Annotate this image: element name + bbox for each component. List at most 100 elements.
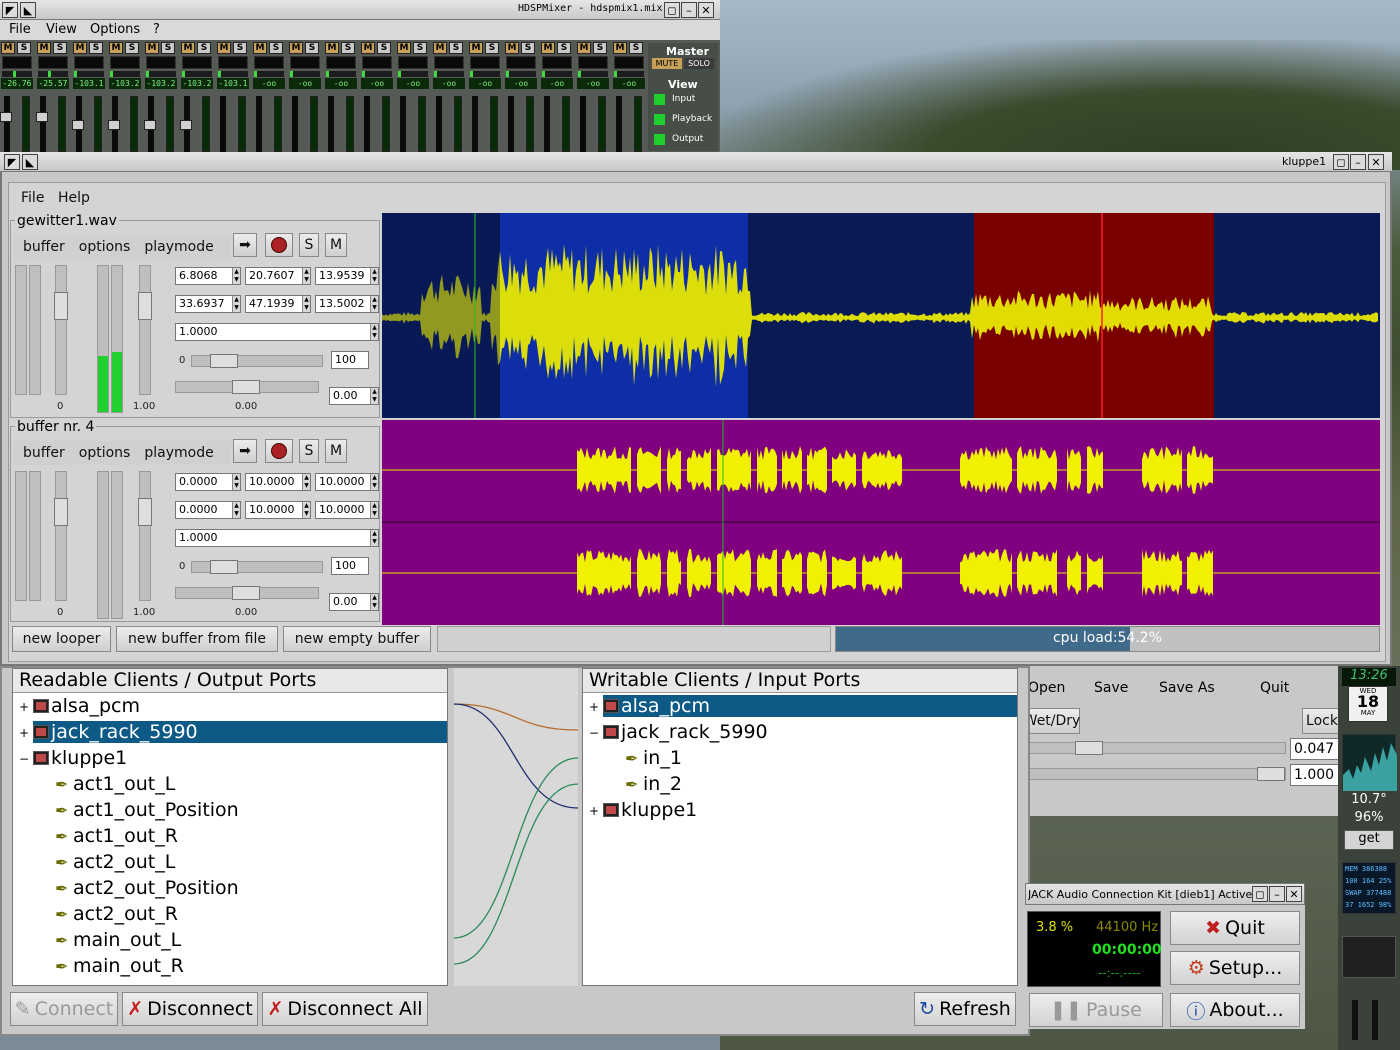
dock-volume-slider[interactable] — [1372, 1000, 1378, 1040]
toolbar-quit[interactable]: Quit — [1260, 680, 1289, 696]
new-empty-buffer-button[interactable]: new empty buffer — [283, 626, 431, 652]
channel-fader[interactable] — [256, 96, 262, 152]
channel-fader[interactable] — [400, 96, 406, 152]
qjackctl-titlebar[interactable]: JACK Audio Connection Kit [dieb1] Active… — [1025, 883, 1305, 905]
port-item[interactable]: ✒ in_1 — [625, 747, 1005, 769]
toolbar-save-as[interactable]: Save As — [1159, 680, 1215, 696]
solo-button[interactable]: S — [197, 42, 211, 54]
channel-fader[interactable] — [364, 96, 370, 152]
rec-length-spin[interactable]: 10.0000 ▲ ▼ — [315, 501, 379, 519]
loop-end-spin[interactable]: 20.7607 ▲ ▼ — [245, 267, 311, 285]
menu-help[interactable]: Help — [58, 190, 90, 206]
disconnect-all-button[interactable]: ✗ Disconnect All — [262, 992, 428, 1026]
mute-button[interactable]: M — [397, 42, 411, 54]
channel-fader[interactable] — [328, 96, 334, 152]
slider-knob[interactable] — [232, 380, 260, 394]
slider-knob[interactable] — [138, 292, 152, 320]
maximize-icon[interactable]: ◻ — [664, 2, 680, 18]
port-item[interactable]: ✒ act2_out_Position — [55, 877, 435, 899]
disconnect-button[interactable]: ✗ Disconnect — [122, 992, 258, 1026]
tab-options[interactable]: options — [79, 445, 131, 461]
setup-button[interactable]: ⚙ Setup... — [1170, 951, 1300, 985]
tree-expander-icon[interactable]: + — [589, 700, 599, 714]
tab-options[interactable]: options — [79, 239, 131, 255]
weather-get-button[interactable]: get — [1344, 830, 1394, 850]
port-item[interactable]: ✒ act1_out_Position — [55, 799, 435, 821]
solo-button[interactable]: S — [89, 42, 103, 54]
master-solo-button[interactable]: SOLO — [684, 58, 714, 69]
channel-fader[interactable] — [72, 96, 84, 152]
mute-button[interactable]: M — [1, 42, 15, 54]
output-level-slider[interactable] — [138, 265, 152, 395]
loop-length-spin[interactable]: 10.0000 ▲ ▼ — [315, 473, 379, 491]
play-arrow-icon[interactable]: ➡ — [233, 439, 257, 463]
port-item[interactable]: ✒ main_out_L — [55, 929, 435, 951]
readable-clients-header[interactable]: Readable Clients / Output Ports — [13, 669, 447, 693]
menu-file[interactable]: File — [21, 190, 44, 206]
channel-fader[interactable] — [144, 96, 156, 152]
pause-button[interactable]: ❚❚ Pause — [1029, 993, 1163, 1027]
mute-button[interactable]: M — [541, 42, 555, 54]
rec-end-spin[interactable]: 47.1939 ▲ ▼ — [245, 295, 311, 313]
port-item[interactable]: ✒ main_out_R — [55, 955, 435, 977]
tree-expander-icon[interactable]: + — [19, 726, 29, 740]
menu-view[interactable]: View — [46, 22, 77, 37]
track2-waveform[interactable] — [382, 420, 1380, 625]
view-output-led-icon[interactable] — [654, 134, 665, 145]
tree-expander-icon[interactable]: + — [19, 700, 29, 714]
slider-knob[interactable] — [1257, 767, 1285, 781]
fader-knob[interactable] — [0, 112, 12, 122]
minimize-icon[interactable]: – — [681, 2, 697, 18]
output-level-slider[interactable] — [138, 471, 152, 601]
kluppe-titlebar[interactable]: ◤ ◣ kluppe1 ◻ – ✕ — [0, 152, 1392, 172]
master-mute-button[interactable]: MUTE — [652, 58, 682, 69]
client-item[interactable]: jack_rack_5990 — [33, 721, 447, 743]
wet-dry-button[interactable]: Wet/Dry — [1024, 708, 1080, 734]
channel-fader[interactable] — [292, 96, 298, 152]
loop-end-spin[interactable]: 10.0000 ▲ ▼ — [245, 473, 311, 491]
tab-playmode[interactable]: playmode — [144, 239, 213, 255]
gain-value[interactable]: 1.000 — [1290, 764, 1340, 786]
writable-clients-header[interactable]: Writable Clients / Input Ports — [583, 669, 1017, 693]
slider-knob[interactable] — [210, 560, 238, 574]
loop-length-spin[interactable]: 13.9539 ▲ ▼ — [315, 267, 379, 285]
rec-start-spin[interactable]: 33.6937 ▲ ▼ — [175, 295, 241, 313]
solo-button[interactable]: S — [485, 42, 499, 54]
rec-length-spin[interactable]: 13.5002 ▲ ▼ — [315, 295, 379, 313]
slider-knob[interactable] — [210, 354, 238, 368]
rec-start-spin[interactable]: 0.0000 ▲ ▼ — [175, 501, 241, 519]
window-menu-icon[interactable]: ◤ — [4, 154, 20, 170]
solo-button[interactable]: S — [305, 42, 319, 54]
solo-button[interactable]: S — [125, 42, 139, 54]
mute-button[interactable]: M — [37, 42, 51, 54]
mute-button[interactable]: M — [325, 233, 347, 257]
mute-button[interactable]: M — [181, 42, 195, 54]
solo-button[interactable]: S — [53, 42, 67, 54]
view-playback-led-icon[interactable] — [654, 114, 665, 125]
new-buffer-from-file-button[interactable]: new buffer from file — [116, 626, 278, 652]
play-arrow-icon[interactable]: ➡ — [233, 233, 257, 257]
channel-fader[interactable] — [108, 96, 120, 152]
hdspmixer-titlebar[interactable]: ◤ ◣ HDSPMixer - hdspmix1.mix ◻ – ✕ — [0, 0, 720, 20]
loop-start-spin[interactable]: 0.0000 ▲ ▼ — [175, 473, 241, 491]
input-level-slider[interactable] — [54, 265, 68, 395]
pan-slider[interactable] — [175, 586, 319, 600]
record-button[interactable] — [265, 233, 293, 257]
about-button[interactable]: ⓘ About... — [1170, 993, 1300, 1027]
solo-button[interactable]: S — [521, 42, 535, 54]
position-slider[interactable] — [191, 560, 323, 574]
minimize-icon[interactable]: – — [1269, 886, 1285, 902]
fader-knob[interactable] — [144, 120, 156, 130]
solo-button[interactable]: S — [17, 42, 31, 54]
mute-button[interactable]: M — [577, 42, 591, 54]
channel-fader[interactable] — [580, 96, 586, 152]
window-shade-icon[interactable]: ◣ — [22, 154, 38, 170]
range-max-field[interactable]: 100 — [331, 351, 369, 369]
channel-fader[interactable] — [616, 96, 622, 152]
wet-dry-slider[interactable] — [1024, 741, 1286, 755]
maximize-icon[interactable]: ◻ — [1252, 886, 1268, 902]
connect-button[interactable]: ✎ Connect — [10, 992, 118, 1026]
slider-knob[interactable] — [138, 498, 152, 526]
solo-button[interactable]: S — [269, 42, 283, 54]
channel-fader[interactable] — [472, 96, 478, 152]
